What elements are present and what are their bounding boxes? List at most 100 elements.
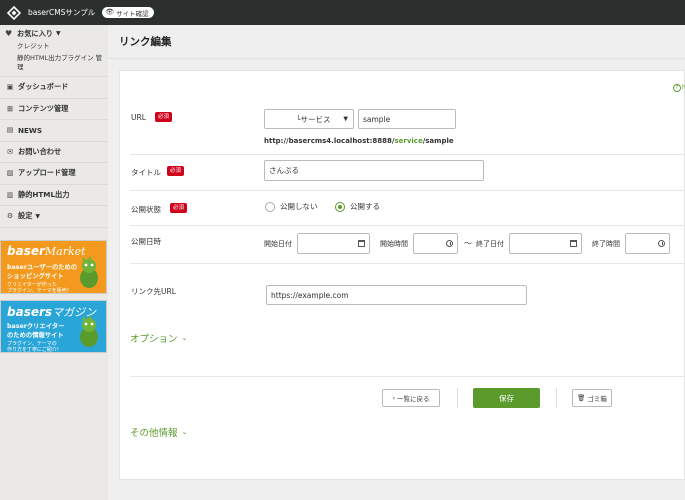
sidebar-item-static-html[interactable]: ▥ 静的HTML出力 xyxy=(0,185,108,206)
clock-icon xyxy=(446,240,453,247)
button-divider xyxy=(457,388,458,408)
save-button[interactable]: 保存 xyxy=(473,388,540,408)
start-time-label: 開始時間 xyxy=(380,240,408,248)
baser-market-banner[interactable]: baserMarket baserユーザーのための ショッピングサイト クリエイ… xyxy=(0,240,107,294)
folder-select-value: └サービス xyxy=(296,114,331,124)
title-input[interactable]: さんぷる xyxy=(264,160,484,181)
status-radio-unpublished[interactable]: 公開しない xyxy=(265,201,318,212)
url-preview: http://basercms4.localhost:8888/service/… xyxy=(264,137,454,145)
top-bar: baserCMSサンプル 👁 サイト確認 xyxy=(0,0,685,25)
calendar-icon xyxy=(570,240,577,247)
sidebar-item-settings[interactable]: ⚙ 設定 ▼ xyxy=(0,206,108,228)
start-date-label: 開始日付 xyxy=(264,240,292,248)
sidebar-item-news[interactable]: ▤ NEWS xyxy=(0,120,108,142)
options-toggle-label: オプション xyxy=(130,334,178,345)
dashboard-icon: ▣ xyxy=(6,83,14,92)
publish-date-label: 公開日時 xyxy=(131,237,161,246)
sidebar-item-dashboard[interactable]: ▣ ダッシュボード xyxy=(0,77,108,99)
favorite-item-credit[interactable]: クレジット xyxy=(0,42,108,51)
form-panel xyxy=(119,70,685,480)
chevron-down-icon: ⌄ xyxy=(181,428,188,436)
start-time-input[interactable] xyxy=(413,233,458,254)
status-label: 公開状態 xyxy=(131,205,161,214)
title-label: タイトル xyxy=(131,168,161,177)
range-tilde: 〜 xyxy=(464,239,472,248)
basers-magazine-banner[interactable]: basersマガジン baserクリエイター のための情報サイト プラグイン、テ… xyxy=(0,300,107,353)
trash-icon: 🗑 xyxy=(577,394,586,402)
banner-line: baserクリエイター xyxy=(7,323,65,330)
chevron-down-icon: ▼ xyxy=(55,30,61,37)
banner-line: ショッピングサイト xyxy=(7,273,64,280)
start-date-input[interactable] xyxy=(297,233,370,254)
heart-icon: ♥ xyxy=(5,29,13,38)
end-date-label: 終了日付 xyxy=(476,240,504,248)
sidebar-item-label: コンテンツ管理 xyxy=(18,103,69,113)
chevron-down-icon: ▼ xyxy=(343,115,348,123)
site-name[interactable]: baserCMSサンプル xyxy=(28,7,95,18)
slug-input[interactable]: sample xyxy=(358,109,456,129)
radio-label: 公開しない xyxy=(280,202,318,211)
banner-small: プラグイン、テーマを販売！ xyxy=(7,288,72,294)
clock-icon xyxy=(658,240,665,247)
radio-on-icon xyxy=(335,201,345,212)
sidebar-item-uploads[interactable]: ▨ アップロード管理 xyxy=(0,163,108,185)
required-badge: 必須 xyxy=(170,203,188,213)
radio-label: 公開する xyxy=(350,202,380,211)
basercms-logo-icon[interactable] xyxy=(7,5,21,20)
sidebar-item-label: 静的HTML出力 xyxy=(18,189,70,199)
banner-line: のための情報サイト xyxy=(7,332,64,339)
link-url-input[interactable]: https://example.com xyxy=(266,285,527,305)
help-icon[interactable]: ? xyxy=(673,84,681,92)
image-icon: ▨ xyxy=(6,169,14,178)
gear-icon: ⚙ xyxy=(6,212,14,221)
link-url-label: リンク先URL xyxy=(131,287,176,296)
button-divider xyxy=(556,388,557,408)
calendar-icon xyxy=(358,240,365,247)
sidebar-item-contact[interactable]: ✉ お問い合わせ xyxy=(0,142,108,163)
other-info-toggle[interactable]: その他情報 ⌄ xyxy=(130,425,187,439)
end-date-input[interactable] xyxy=(509,233,582,254)
end-time-label: 終了時間 xyxy=(592,240,620,248)
sidebar-item-label: 設定 xyxy=(18,211,33,221)
other-info-toggle-label: その他情報 xyxy=(130,428,178,439)
sidebar-item-label: アップロード管理 xyxy=(18,168,76,178)
actions-divider xyxy=(130,376,685,377)
sidebar-item-label: お問い合わせ xyxy=(18,146,62,156)
row-divider xyxy=(130,225,685,226)
row-divider xyxy=(130,154,685,155)
favorites-header[interactable]: ♥ お気に入り ▼ xyxy=(0,25,108,42)
status-radio-published[interactable]: 公開する xyxy=(335,201,380,212)
folder-select[interactable]: └サービス ▼ xyxy=(264,109,354,129)
radio-off-icon xyxy=(265,201,275,212)
chevron-down-icon: ▼ xyxy=(35,212,41,220)
row-divider xyxy=(130,263,685,264)
site-check-label: サイト確認 xyxy=(116,9,149,18)
title-divider xyxy=(108,58,685,59)
chevron-down-icon: ⌄ xyxy=(181,334,188,342)
mascot-icon xyxy=(80,315,98,347)
trash-button[interactable]: 🗑 ゴミ箱 xyxy=(572,389,612,407)
favorites-label: お気に入り xyxy=(17,28,53,38)
required-badge: 必須 xyxy=(167,166,185,176)
banner-small: 作り方を丁寧にご紹介! xyxy=(7,347,59,353)
options-toggle[interactable]: オプション ⌄ xyxy=(130,331,187,345)
banner-title: baserMarket xyxy=(7,244,86,258)
favorites-list: クレジット 静的HTML出力プラグイン 管理 xyxy=(0,42,108,77)
end-time-input[interactable] xyxy=(625,233,670,254)
file-icon: ▥ xyxy=(6,190,14,199)
sidebar-item-label: NEWS xyxy=(18,125,43,135)
back-to-list-button[interactable]: ‹ 一覧に戻る xyxy=(382,389,440,407)
sidebar-item-label: ダッシュボード xyxy=(18,82,69,92)
chevron-left-icon: ‹ xyxy=(392,394,396,402)
mail-icon: ✉ xyxy=(7,147,13,156)
site-check-button[interactable]: 👁 サイト確認 xyxy=(102,7,154,18)
banner-line: baserユーザーのための xyxy=(7,264,78,271)
sidebar: ♥ お気に入り ▼ クレジット 静的HTML出力プラグイン 管理 ▣ ダッシュボ… xyxy=(0,25,108,500)
sitemap-icon: ⊞ xyxy=(7,104,13,113)
favorite-item-static-html[interactable]: 静的HTML出力プラグイン 管理 xyxy=(0,54,108,72)
url-label: URL xyxy=(131,113,146,122)
sidebar-item-contents[interactable]: ⊞ コンテンツ管理 xyxy=(0,99,108,120)
page-title: リンク編集 xyxy=(119,36,172,48)
required-badge: 必須 xyxy=(155,112,173,122)
mascot-icon xyxy=(80,256,98,288)
